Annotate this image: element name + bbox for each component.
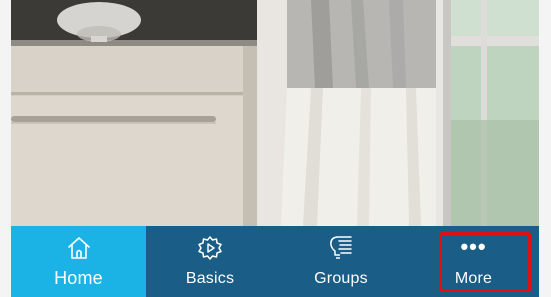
app-frame: Home Basics Groups ••• More bbox=[11, 0, 539, 297]
lightbulb-list-icon bbox=[330, 236, 352, 259]
tab-basics-label: Basics bbox=[185, 270, 235, 287]
tab-more-label: More bbox=[454, 270, 493, 287]
tab-basics[interactable]: Basics bbox=[146, 226, 274, 297]
gear-play-icon bbox=[198, 236, 222, 260]
tab-groups-label: Groups bbox=[314, 270, 368, 287]
tab-more[interactable]: ••• More bbox=[408, 226, 539, 297]
tab-home[interactable]: Home bbox=[11, 226, 146, 297]
room-photo bbox=[11, 0, 539, 226]
tab-groups[interactable]: Groups bbox=[274, 226, 408, 297]
bottom-nav-bar: Home Basics Groups ••• More bbox=[11, 226, 539, 297]
home-icon bbox=[67, 237, 90, 259]
tab-home-label: Home bbox=[54, 268, 103, 288]
more-dots-icon: ••• bbox=[460, 234, 487, 259]
